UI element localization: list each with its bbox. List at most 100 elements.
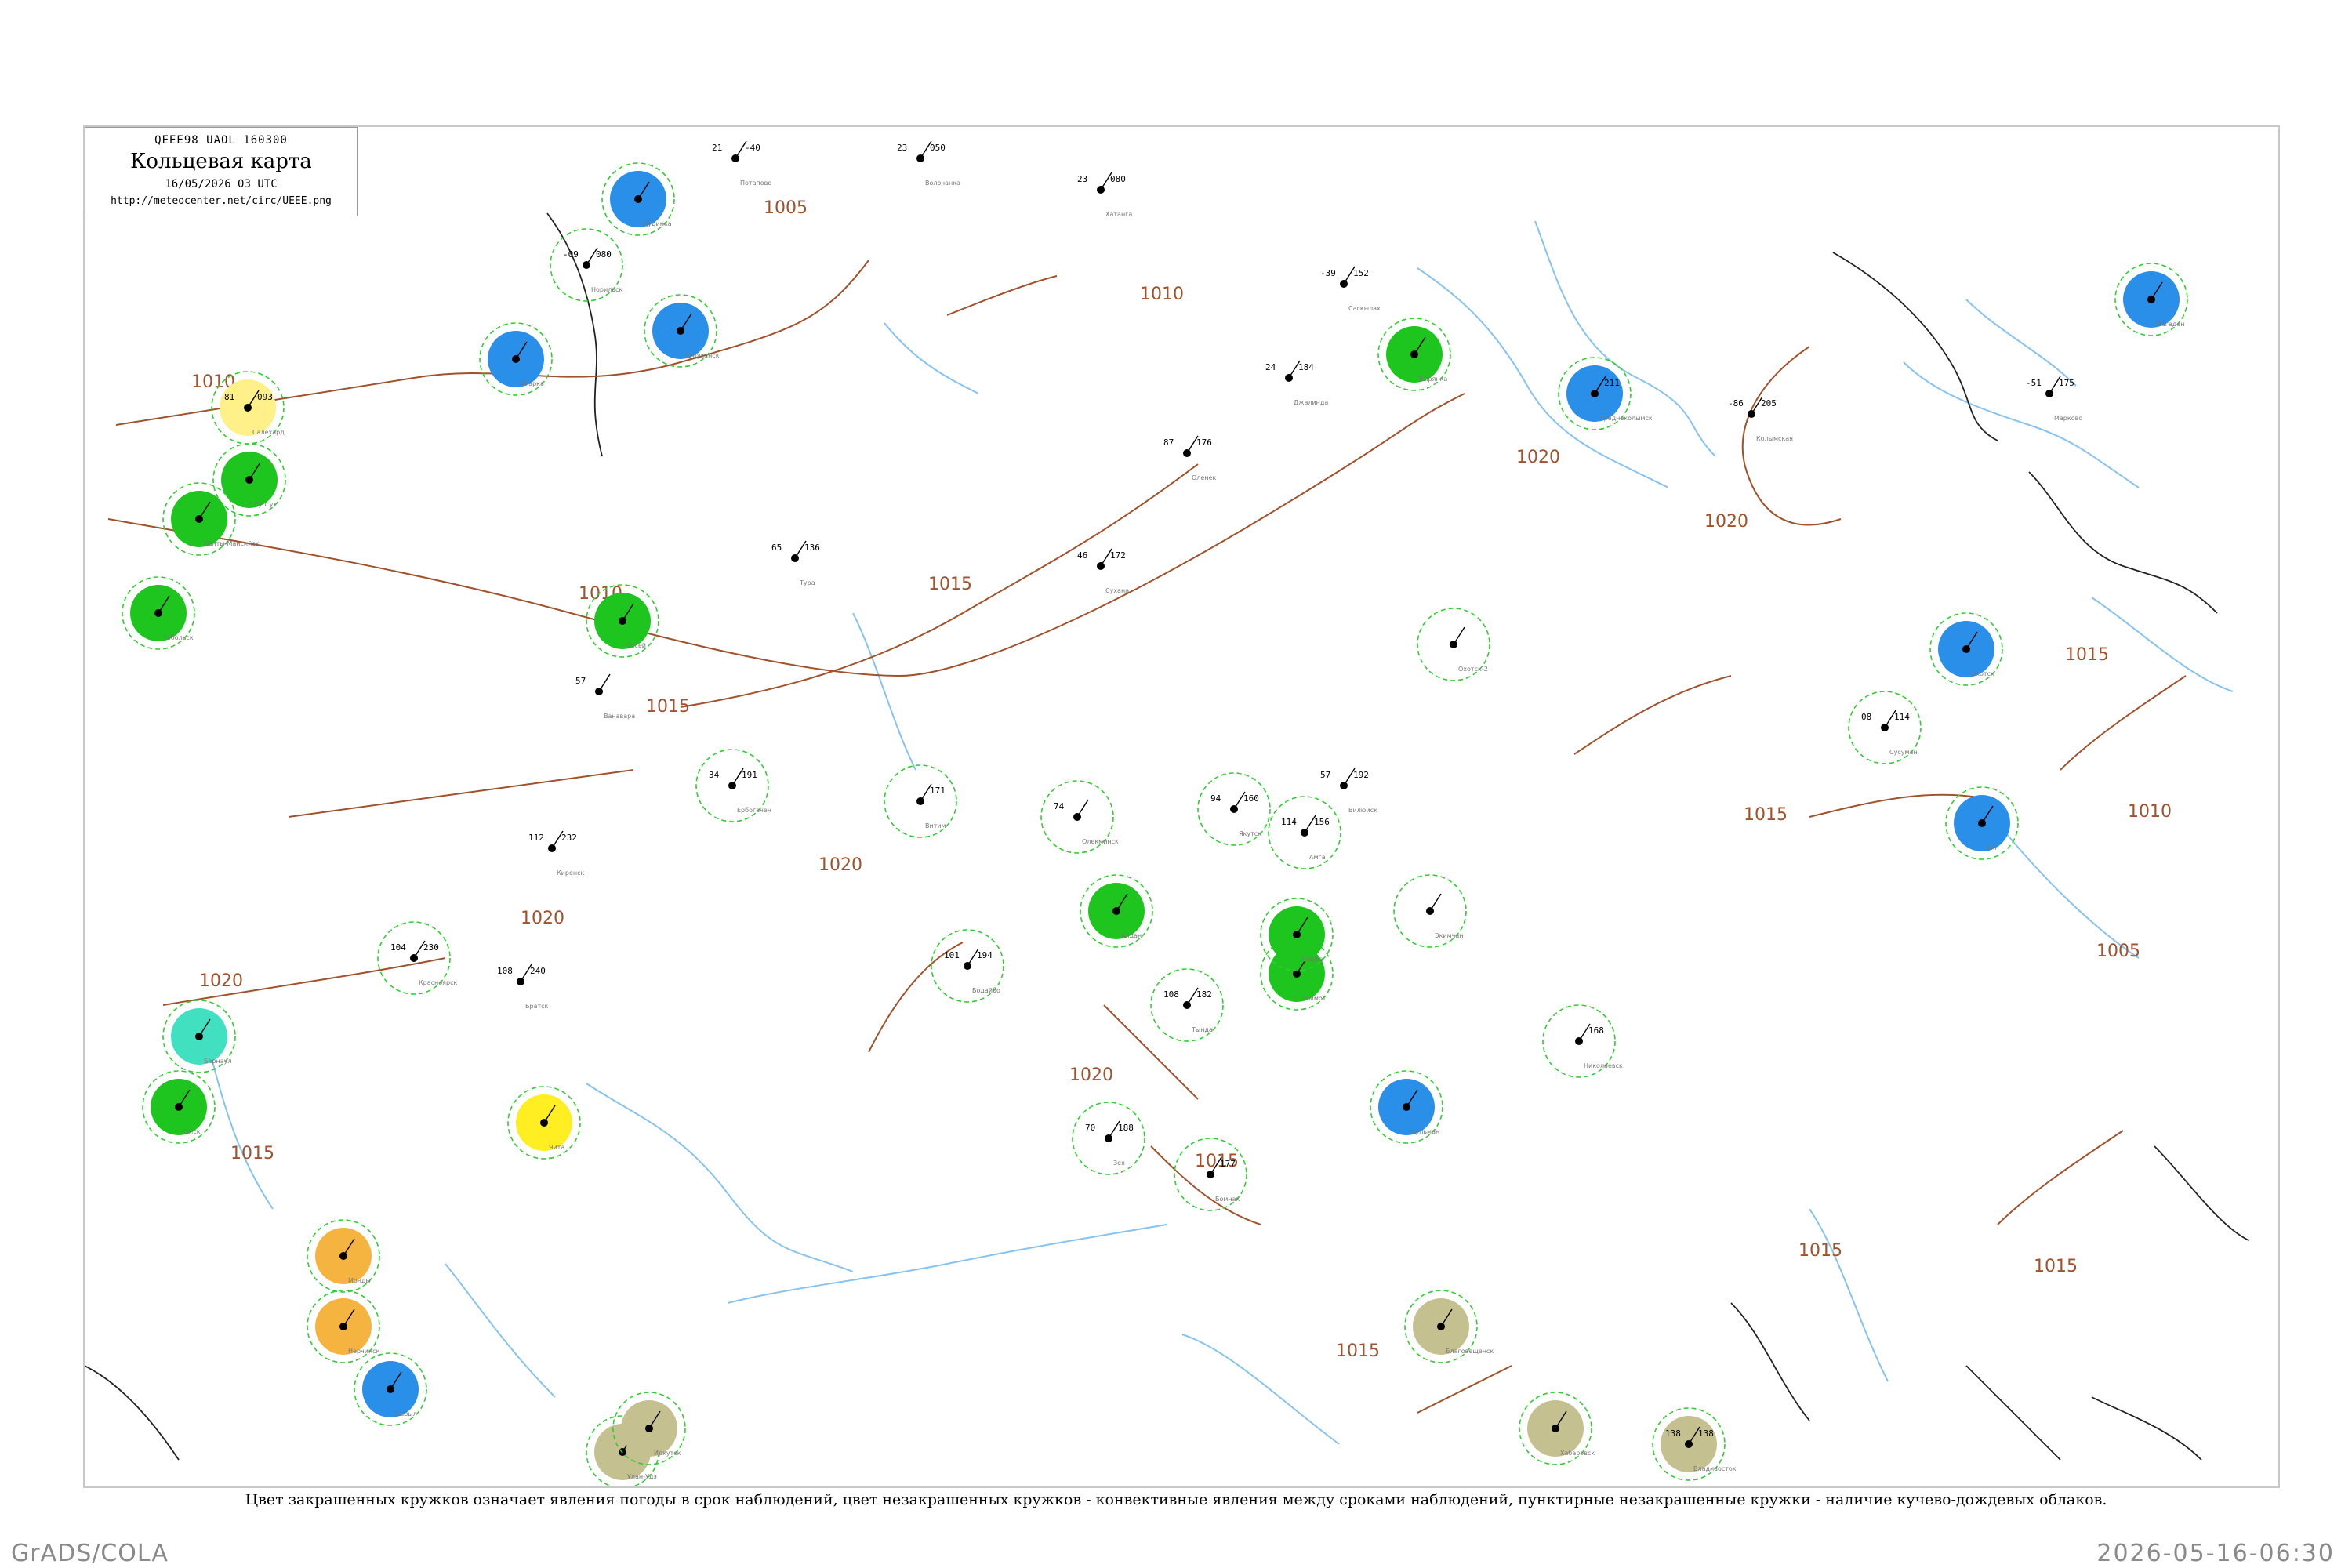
station-marker[interactable]: Благовещенск [1404,1290,1494,1363]
station-marker[interactable]: -39 152 Саскылах [1320,266,1381,312]
station-marker[interactable]: 168 Николаевск [1542,1004,1623,1078]
station-marker[interactable]: Дудинка [601,162,675,236]
station-name: Колымская [1756,435,1793,442]
station-marker[interactable]: -86 205 Колымская [1728,396,1793,442]
isobar-label: 1005 [764,198,808,218]
station-pressure: 177 [1220,1159,1236,1169]
station-name: Потапово [740,180,771,187]
station-marker[interactable]: 23 080 Хатанга [1077,172,1132,218]
station-marker[interactable]: 81 093 Салехард [211,371,285,445]
station-name: Охотск [1971,670,1994,677]
station-name: Томмот [1301,995,1327,1002]
isobar-label: 1005 [2096,942,2140,961]
station-marker[interactable]: Нерчинск [307,1290,380,1363]
station-pressure: 192 [1353,770,1369,780]
station-name: Кызыл [395,1410,417,1417]
station-marker[interactable]: Барнаул [162,1000,236,1073]
station-marker[interactable]: 108 240 Братск [497,964,549,1010]
station-marker[interactable]: 211 Среднеколымск [1558,357,1653,430]
station-marker[interactable]: 34 191 Ербогачен [695,749,771,822]
isobar-label: 1015 [2065,645,2109,665]
station-marker[interactable]: Алдан [1080,874,1153,948]
station-name: Зея [1113,1160,1125,1167]
station-name: Игарка [521,380,544,387]
isobar-label: 1015 [1336,1341,1380,1361]
station-temperature: -86 [1728,398,1744,408]
station-name: Николаевск [1584,1062,1623,1069]
station-pressure: -40 [745,143,760,153]
station-marker[interactable]: -09 080 Норильск [550,228,623,302]
map-caption: Цвет закрашенных кружков означает явлени… [245,1491,2107,1508]
station-name: Тында [1191,1026,1213,1033]
station-name: Марково [2054,415,2082,422]
station-pressure: 172 [1110,550,1126,561]
station-name: Благовещенск [1446,1348,1494,1355]
station-marker[interactable]: 24 184 Джалинда [1265,360,1328,406]
station-name: Оленек [1192,474,1216,481]
weather-map[interactable]: 1005 1010 1010 1010 1015 1015 1015 1015 … [85,127,2278,1486]
station-temperature: 34 [709,770,720,780]
station-marker[interactable]: 57 192 Вилюйск [1320,768,1377,814]
station-marker[interactable]: Сургут [212,443,286,517]
station-marker[interactable]: Тобольск [122,576,195,650]
station-pressure: 138 [1698,1428,1714,1439]
station-marker[interactable]: 74 Олекминск [1040,780,1119,854]
station-marker[interactable]: 138 138 Владивосток [1652,1407,1737,1481]
station-marker[interactable]: 108 182 Тында [1150,968,1224,1042]
footer-timestamp: 2026-05-16-06:30 [2096,1540,2335,1567]
station-marker[interactable]: Аян [1945,786,2019,860]
station-marker[interactable]: Ессей [586,584,659,658]
station-marker[interactable]: Охотск [1929,612,2003,686]
station-marker[interactable]: Чита [507,1086,581,1160]
station-temperature: -51 [2026,378,2042,388]
station-marker[interactable]: Экимчан [1393,874,1467,948]
station-marker[interactable]: -51 175 Марково [2026,376,2082,422]
station-name: Дудинка [643,220,672,227]
station-marker[interactable]: Хабаровск [1519,1392,1595,1465]
station-pressure: 152 [1353,268,1369,278]
map-url: http://meteocenter.net/circ/UEEE.png [111,195,332,207]
station-marker[interactable]: 94 160 Якутск [1197,772,1271,846]
station-marker[interactable]: Чульман [1370,1070,1443,1144]
isobar-label: 1020 [1069,1065,1113,1085]
station-marker[interactable]: 46 172 Сухана [1077,548,1129,594]
station-marker[interactable]: 171 Витим [884,764,957,838]
station-marker[interactable]: 104 230 Красноярск [377,921,457,995]
station-marker[interactable]: 23 050 Волочанка [897,140,960,187]
station-marker[interactable]: 65 136 Тура [771,540,820,586]
station-marker[interactable]: Монды [307,1219,380,1293]
station-pressure: 136 [804,543,820,553]
station-marker[interactable]: Кызыл [354,1352,427,1426]
station-name: Хабаровск [1560,1450,1595,1457]
station-temperature: 57 [575,676,586,686]
station-pressure: 160 [1243,793,1259,804]
station-marker[interactable]: 101 194 Бодайбо [931,929,1004,1003]
station-marker[interactable]: 70 188 Зея [1072,1102,1145,1175]
station-marker[interactable]: 08 114 Сусуман [1848,691,1922,764]
station-pressure: 211 [1604,378,1620,388]
station-temperature: 70 [1085,1123,1095,1133]
station-temperature: 112 [528,833,544,843]
station-pressure: 114 [1894,712,1910,722]
station-name: Омск [183,1128,201,1135]
station-marker[interactable]: 57 Ванавара [575,673,635,720]
isobar-label: 1010 [2128,802,2172,822]
isobar-label: 1020 [818,855,862,875]
station-marker[interactable]: Игарка [479,322,553,396]
station-marker[interactable]: Туруханск [644,294,720,368]
station-marker[interactable]: 87 176 Оленек [1163,435,1216,481]
station-temperature: 108 [1163,989,1179,1000]
station-marker[interactable]: Омск [142,1070,216,1144]
station-temperature: 114 [1281,817,1297,827]
station-marker[interactable]: Зырянка [1377,318,1451,391]
stations: 21 -40 Потапово 23 050 Волочанка 23 080 Хатанга -… [122,140,2188,1486]
station-marker[interactable]: Нюрба [1260,898,1334,971]
station-name: Нюрба [1301,956,1323,963]
map-datetime: 16/05/2026 03 UTC [165,178,278,191]
station-marker[interactable]: 21 -40 Потапово [712,140,771,187]
station-marker[interactable]: Магадан [2114,263,2188,336]
station-marker[interactable]: 112 232 Киренск [528,830,585,877]
station-temperature: 65 [771,543,782,553]
station-marker[interactable]: Охотск-2 [1417,608,1490,681]
station-marker[interactable]: 114 156 Амга [1268,796,1341,869]
